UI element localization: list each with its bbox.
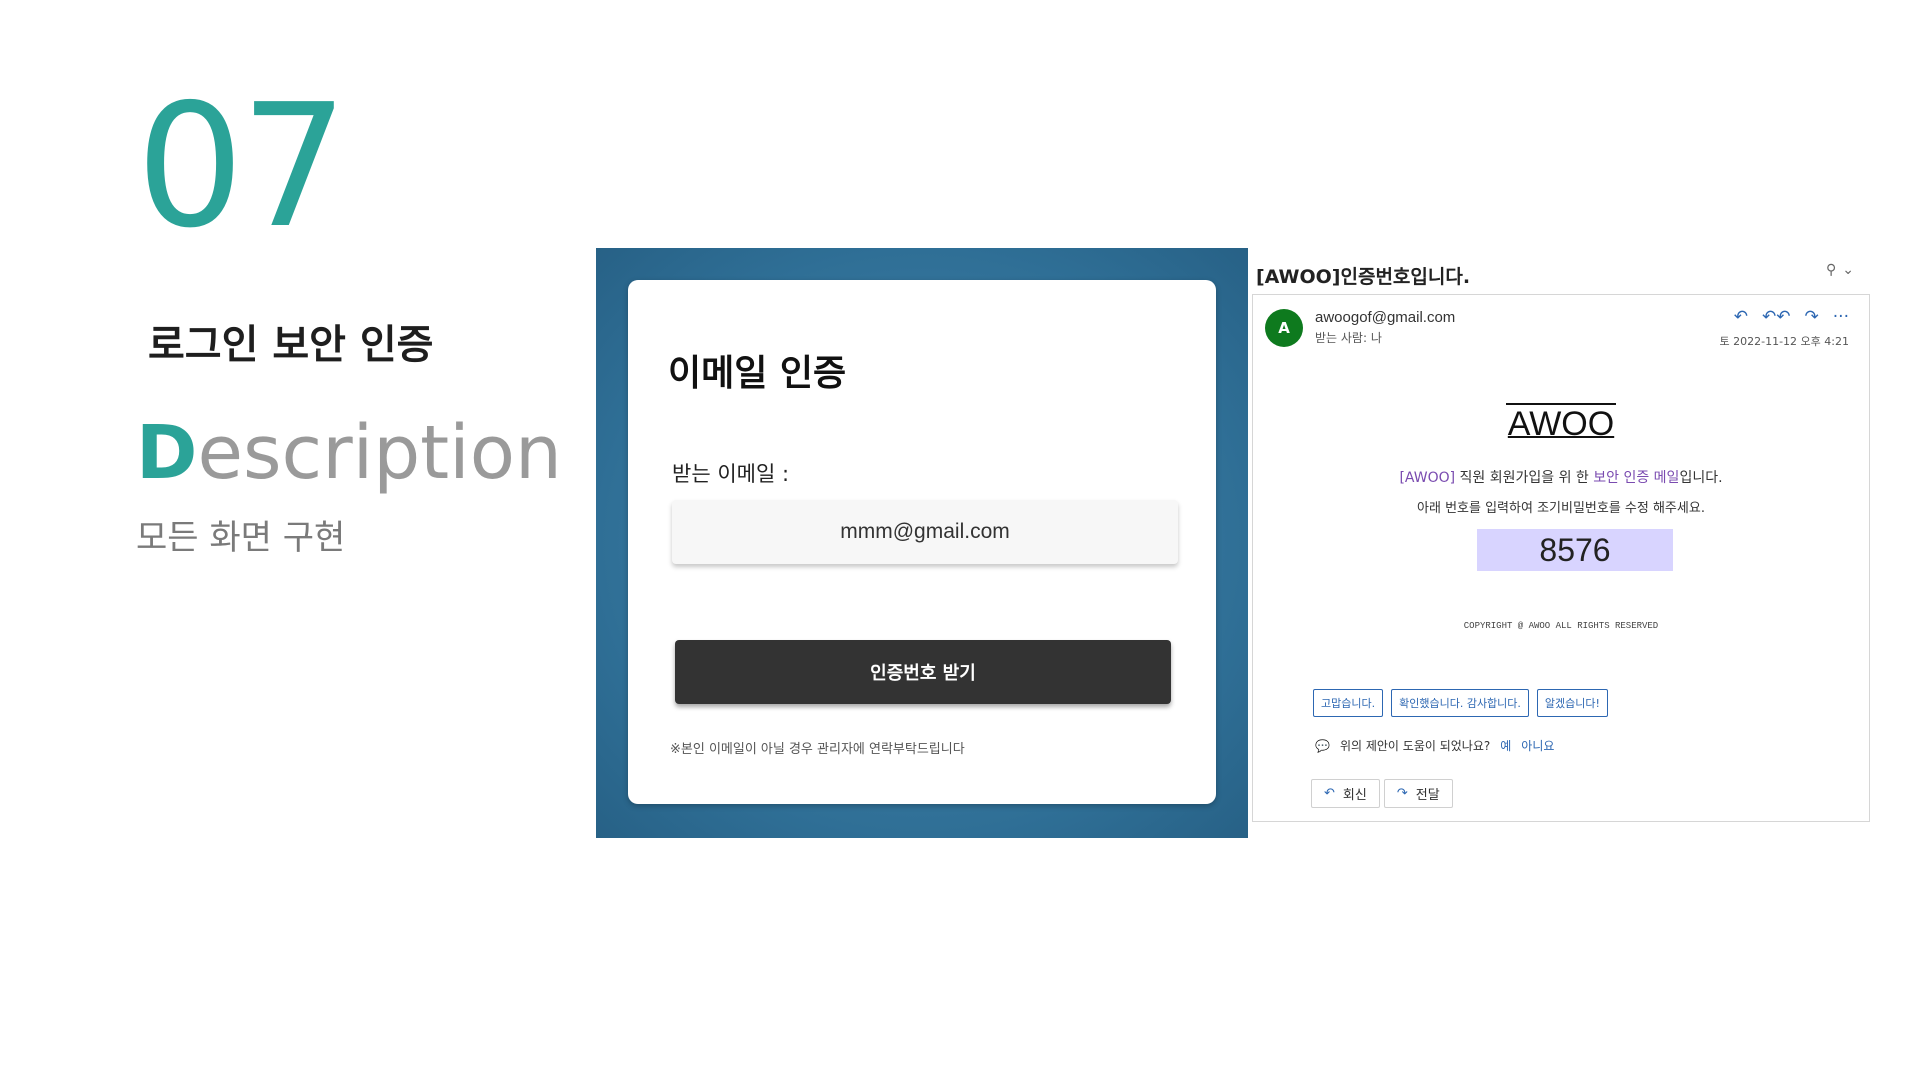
reply-row: ↶ 회신 ↷ 전달 <box>1311 779 1453 808</box>
quick-reply-thanks[interactable]: 고맙습니다. <box>1313 689 1384 717</box>
more-icon[interactable]: ··· <box>1833 307 1849 327</box>
quick-reply-confirmed[interactable]: 확인했습니다. 감사합니다. <box>1391 689 1529 717</box>
feedback-no-link[interactable]: 아니요 <box>1521 737 1554 754</box>
forward-button[interactable]: ↷ 전달 <box>1383 779 1453 808</box>
mail-subject: [AWOO]인증번호입니다. <box>1256 266 1471 288</box>
line1-end: 입니다. <box>1679 470 1723 486</box>
zoom-icon[interactable]: ⚲ <box>1826 262 1836 278</box>
email-label: 받는 이메일 : <box>672 462 790 486</box>
reply-all-icon[interactable]: ↶↶ <box>1762 307 1791 327</box>
feedback-icon: 💬 <box>1315 738 1330 753</box>
get-code-button[interactable]: 인증번호 받기 <box>675 640 1171 704</box>
feedback-yes-link[interactable]: 예 <box>1500 737 1511 754</box>
line1-middle: 직원 회원가입을 위 한 <box>1455 470 1594 486</box>
mail-actions: ↶ ↶↶ ↷ ··· <box>1734 307 1849 327</box>
auth-screenshot-frame: 이메일 인증 받는 이메일 : 인증번호 받기 ※본인 이메일이 아닐 경우 관… <box>596 248 1248 838</box>
mail-body-line1: [AWOO] 직원 회원가입을 위 한 보안 인증 메일입니다. <box>1253 467 1869 487</box>
auth-note: ※본인 이메일이 아닐 경우 관리자에 연락부탁드립니다 <box>670 742 965 757</box>
verification-code: 8576 <box>1477 529 1673 571</box>
forward-arrow-icon: ↷ <box>1396 786 1408 801</box>
avatar: A <box>1265 309 1303 347</box>
brand-tag: [AWOO] <box>1399 470 1456 486</box>
email-input[interactable] <box>672 500 1178 564</box>
mail-date: 토 2022-11-12 오후 4:21 <box>1719 335 1849 348</box>
description-subtitle: 모든 화면 구현 <box>136 518 346 558</box>
zoom-control[interactable]: ⚲ ⌄ <box>1826 262 1854 278</box>
description-rest: escription <box>197 410 562 496</box>
awoo-logo-text: AWOO <box>1505 403 1617 443</box>
auth-title: 이메일 인증 <box>668 353 847 394</box>
feedback-question: 위의 제안이 도움이 되었나요? <box>1339 739 1491 753</box>
quick-replies: 고맙습니다. 확인했습니다. 감사합니다. 알겠습니다! <box>1313 689 1608 717</box>
slide-title: 로그인 보안 인증 <box>148 322 434 368</box>
description-initial: D <box>136 410 198 496</box>
reply-arrow-icon: ↶ <box>1324 786 1335 801</box>
mail-message: A awoogof@gmail.com 받는 사람: 나 ↶ ↶↶ ↷ ··· … <box>1252 294 1870 822</box>
email-verification-card: 이메일 인증 받는 이메일 : 인증번호 받기 ※본인 이메일이 아닐 경우 관… <box>628 280 1216 804</box>
sender-address[interactable]: awoogof@gmail.com <box>1315 309 1455 326</box>
forward-label: 전달 <box>1415 788 1440 803</box>
recipient-line: 받는 사람: 나 <box>1315 331 1382 345</box>
slide-number: 07 <box>136 68 348 266</box>
description-heading: Description <box>136 416 562 490</box>
quick-reply-understood[interactable]: 알겠습니다! <box>1536 689 1608 717</box>
reply-button[interactable]: ↶ 회신 <box>1311 779 1380 808</box>
copyright: COPYRIGHT @ AWOO ALL RIGHTS RESERVED <box>1463 621 1659 631</box>
mail-body-line2: 아래 번호를 입력하여 조기비밀번호를 수정 해주세요. <box>1417 501 1705 516</box>
reply-icon[interactable]: ↶ <box>1734 307 1748 327</box>
suggestion-feedback: 💬 위의 제안이 도움이 되었나요? 예 아니요 <box>1315 737 1554 754</box>
reply-label: 회신 <box>1342 788 1367 803</box>
security-mail-text: 보안 인증 메일 <box>1593 470 1680 486</box>
awoo-logo: AWOO <box>1253 403 1869 444</box>
chevron-down-icon[interactable]: ⌄ <box>1842 262 1854 278</box>
forward-icon[interactable]: ↷ <box>1805 307 1819 327</box>
